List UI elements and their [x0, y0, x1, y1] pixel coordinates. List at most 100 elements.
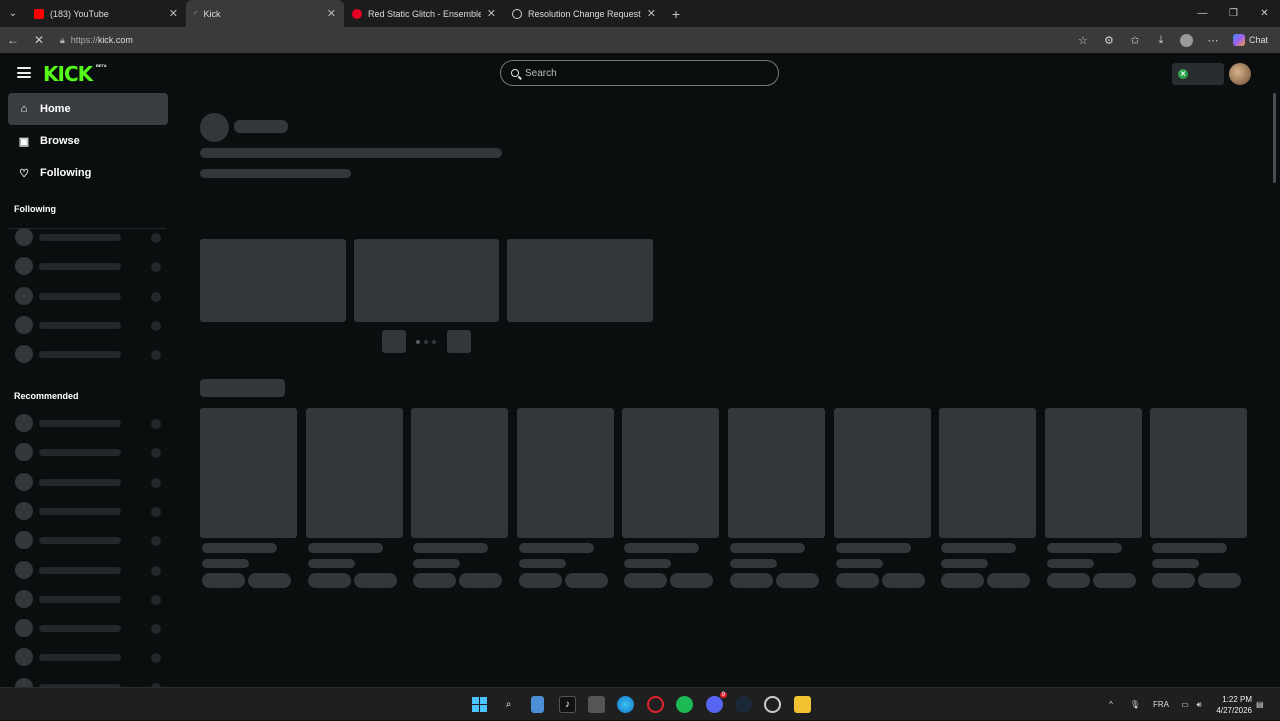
- skeleton-featured-card: [200, 239, 346, 322]
- close-tab-icon[interactable]: ✕: [327, 7, 336, 20]
- tab-actions-menu-icon[interactable]: ⌄: [0, 0, 26, 27]
- url-field[interactable]: 🔒︎ https://kick.com: [60, 30, 1071, 50]
- skeleton-placeholder: [39, 321, 121, 329]
- channel-skeleton-row: [15, 560, 163, 579]
- microphone-icon[interactable]: 🎙︎: [1124, 700, 1146, 709]
- opera-gx-icon[interactable]: [647, 696, 664, 713]
- stop-loading-icon[interactable]: ✕: [26, 27, 52, 53]
- browse-icon: ▣: [18, 135, 30, 148]
- hamburger-menu-icon[interactable]: [17, 67, 31, 78]
- carousel-prev-button[interactable]: [382, 330, 406, 353]
- heart-icon: ♡: [19, 167, 29, 180]
- scrollbar-thumb[interactable]: [1273, 93, 1276, 183]
- skeleton-placeholder: [353, 573, 397, 588]
- channel-skeleton-row: [15, 472, 163, 491]
- steam-icon[interactable]: [735, 696, 752, 713]
- language-indicator[interactable]: FRA: [1150, 700, 1172, 709]
- close-tab-icon[interactable]: ✕: [647, 7, 656, 20]
- kick-logo[interactable]: KICK: [43, 62, 93, 86]
- kick-page: KICK BETA ✕ ⌂ Home ▣ Browse ♡ Following …: [0, 53, 1280, 687]
- user-avatar[interactable]: [1229, 63, 1251, 85]
- skeleton-placeholder: [670, 573, 714, 588]
- skeleton-placeholder: [1092, 573, 1136, 588]
- skeleton-placeholder: [728, 408, 825, 538]
- skeleton-placeholder: [1152, 573, 1196, 588]
- notifications-icon[interactable]: ▤: [1256, 688, 1264, 721]
- skeleton-placeholder: [248, 573, 291, 588]
- skeleton-placeholder: [151, 536, 161, 547]
- browser-tab-youtube[interactable]: (183) YouTube ✕: [26, 0, 186, 27]
- skeleton-placeholder: [1046, 543, 1122, 553]
- channel-skeleton-row: [15, 228, 163, 246]
- restore-icon[interactable]: ❐: [1218, 0, 1249, 27]
- skeleton-placeholder: [881, 573, 925, 588]
- carousel-dot[interactable]: [424, 340, 428, 344]
- skeleton-section-heading: [200, 379, 285, 397]
- skeleton-placeholder: [151, 653, 161, 664]
- obs-icon[interactable]: [764, 696, 781, 713]
- browser-tab-kick[interactable]: ◜ Kick ✕: [186, 0, 344, 27]
- carousel-dot[interactable]: [416, 340, 420, 344]
- favorites-icon[interactable]: ✩: [1123, 29, 1147, 51]
- skeleton-placeholder: [518, 543, 594, 553]
- minimize-icon[interactable]: —: [1187, 0, 1218, 27]
- skeleton-placeholder: [518, 573, 562, 588]
- profile-icon[interactable]: [1175, 29, 1199, 51]
- browser-tab-strip: ⌄ (183) YouTube ✕ ◜ Kick ✕ Red Static Gl…: [0, 0, 1280, 27]
- skeleton-placeholder: [151, 448, 161, 459]
- extensions-icon[interactable]: ⚙: [1097, 29, 1121, 51]
- skeleton-placeholder: [151, 565, 161, 576]
- microsoft-store-icon[interactable]: [588, 696, 605, 713]
- skeleton-placeholder: [411, 408, 509, 538]
- skeleton-placeholder: [413, 543, 489, 553]
- close-window-icon[interactable]: ✕: [1249, 0, 1280, 27]
- skeleton-placeholder: [39, 234, 121, 241]
- browser-tab-resolution[interactable]: Resolution Change Request ✕: [504, 0, 664, 27]
- windows-start-icon[interactable]: [471, 696, 488, 713]
- carousel-dot[interactable]: [432, 340, 436, 344]
- channel-skeleton-row: [15, 677, 163, 687]
- sidebar-item-browse[interactable]: ▣ Browse: [8, 125, 168, 157]
- network-icon[interactable]: ▭: [1178, 700, 1192, 709]
- tiktok-icon[interactable]: ♪: [559, 696, 576, 713]
- skeleton-placeholder: [39, 449, 121, 457]
- spotify-icon[interactable]: [676, 696, 693, 713]
- file-explorer-icon[interactable]: [794, 696, 811, 713]
- downloads-icon[interactable]: ⤓: [1149, 29, 1173, 51]
- openai-favicon-icon: [512, 8, 522, 19]
- xbox-icon: ✕: [1178, 69, 1188, 79]
- skeleton-placeholder: [518, 559, 566, 568]
- volume-icon[interactable]: 🔊︎: [1192, 700, 1206, 710]
- more-options-icon[interactable]: ⋯: [1201, 29, 1225, 51]
- page-scrollbar[interactable]: [1272, 93, 1278, 687]
- copilot-chat-button[interactable]: Chat: [1227, 34, 1274, 46]
- skeleton-placeholder: [15, 345, 33, 364]
- edge-browser-icon[interactable]: [617, 696, 634, 713]
- tray-overflow-icon[interactable]: ^: [1104, 700, 1118, 709]
- skeleton-placeholder: [624, 559, 672, 568]
- skeleton-placeholder: [15, 257, 33, 276]
- xbox-game-bar-button[interactable]: ✕: [1172, 63, 1224, 85]
- skeleton-placeholder: [516, 408, 614, 538]
- channel-skeleton-row: [15, 443, 163, 462]
- close-tab-icon[interactable]: ✕: [169, 7, 178, 20]
- notepad-icon[interactable]: [531, 696, 544, 713]
- search-input[interactable]: [525, 67, 765, 79]
- sidebar-item-home[interactable]: ⌂ Home: [8, 93, 168, 125]
- search-icon[interactable]: ⌕: [500, 696, 517, 713]
- discord-icon[interactable]: 9: [706, 692, 727, 713]
- skeleton-placeholder: [151, 233, 161, 243]
- search-bar[interactable]: [500, 60, 779, 86]
- taskbar-clock[interactable]: 1:22 PM 4/27/2026: [1210, 694, 1252, 716]
- skeleton-placeholder: [1150, 408, 1248, 538]
- browser-tab-pinterest[interactable]: Red Static Glitch - Ensemble de 3 é ✕: [344, 0, 504, 27]
- new-tab-button[interactable]: +: [664, 6, 688, 22]
- skeleton-title: [234, 120, 288, 133]
- skeleton-placeholder: [413, 573, 457, 588]
- carousel-next-button[interactable]: [447, 330, 471, 353]
- close-tab-icon[interactable]: ✕: [487, 7, 496, 20]
- back-arrow-icon[interactable]: ←: [0, 27, 26, 53]
- sidebar-item-following[interactable]: ♡ Following: [8, 157, 168, 189]
- favorite-star-icon[interactable]: ☆: [1071, 29, 1095, 51]
- skeleton-text-line: [200, 148, 502, 158]
